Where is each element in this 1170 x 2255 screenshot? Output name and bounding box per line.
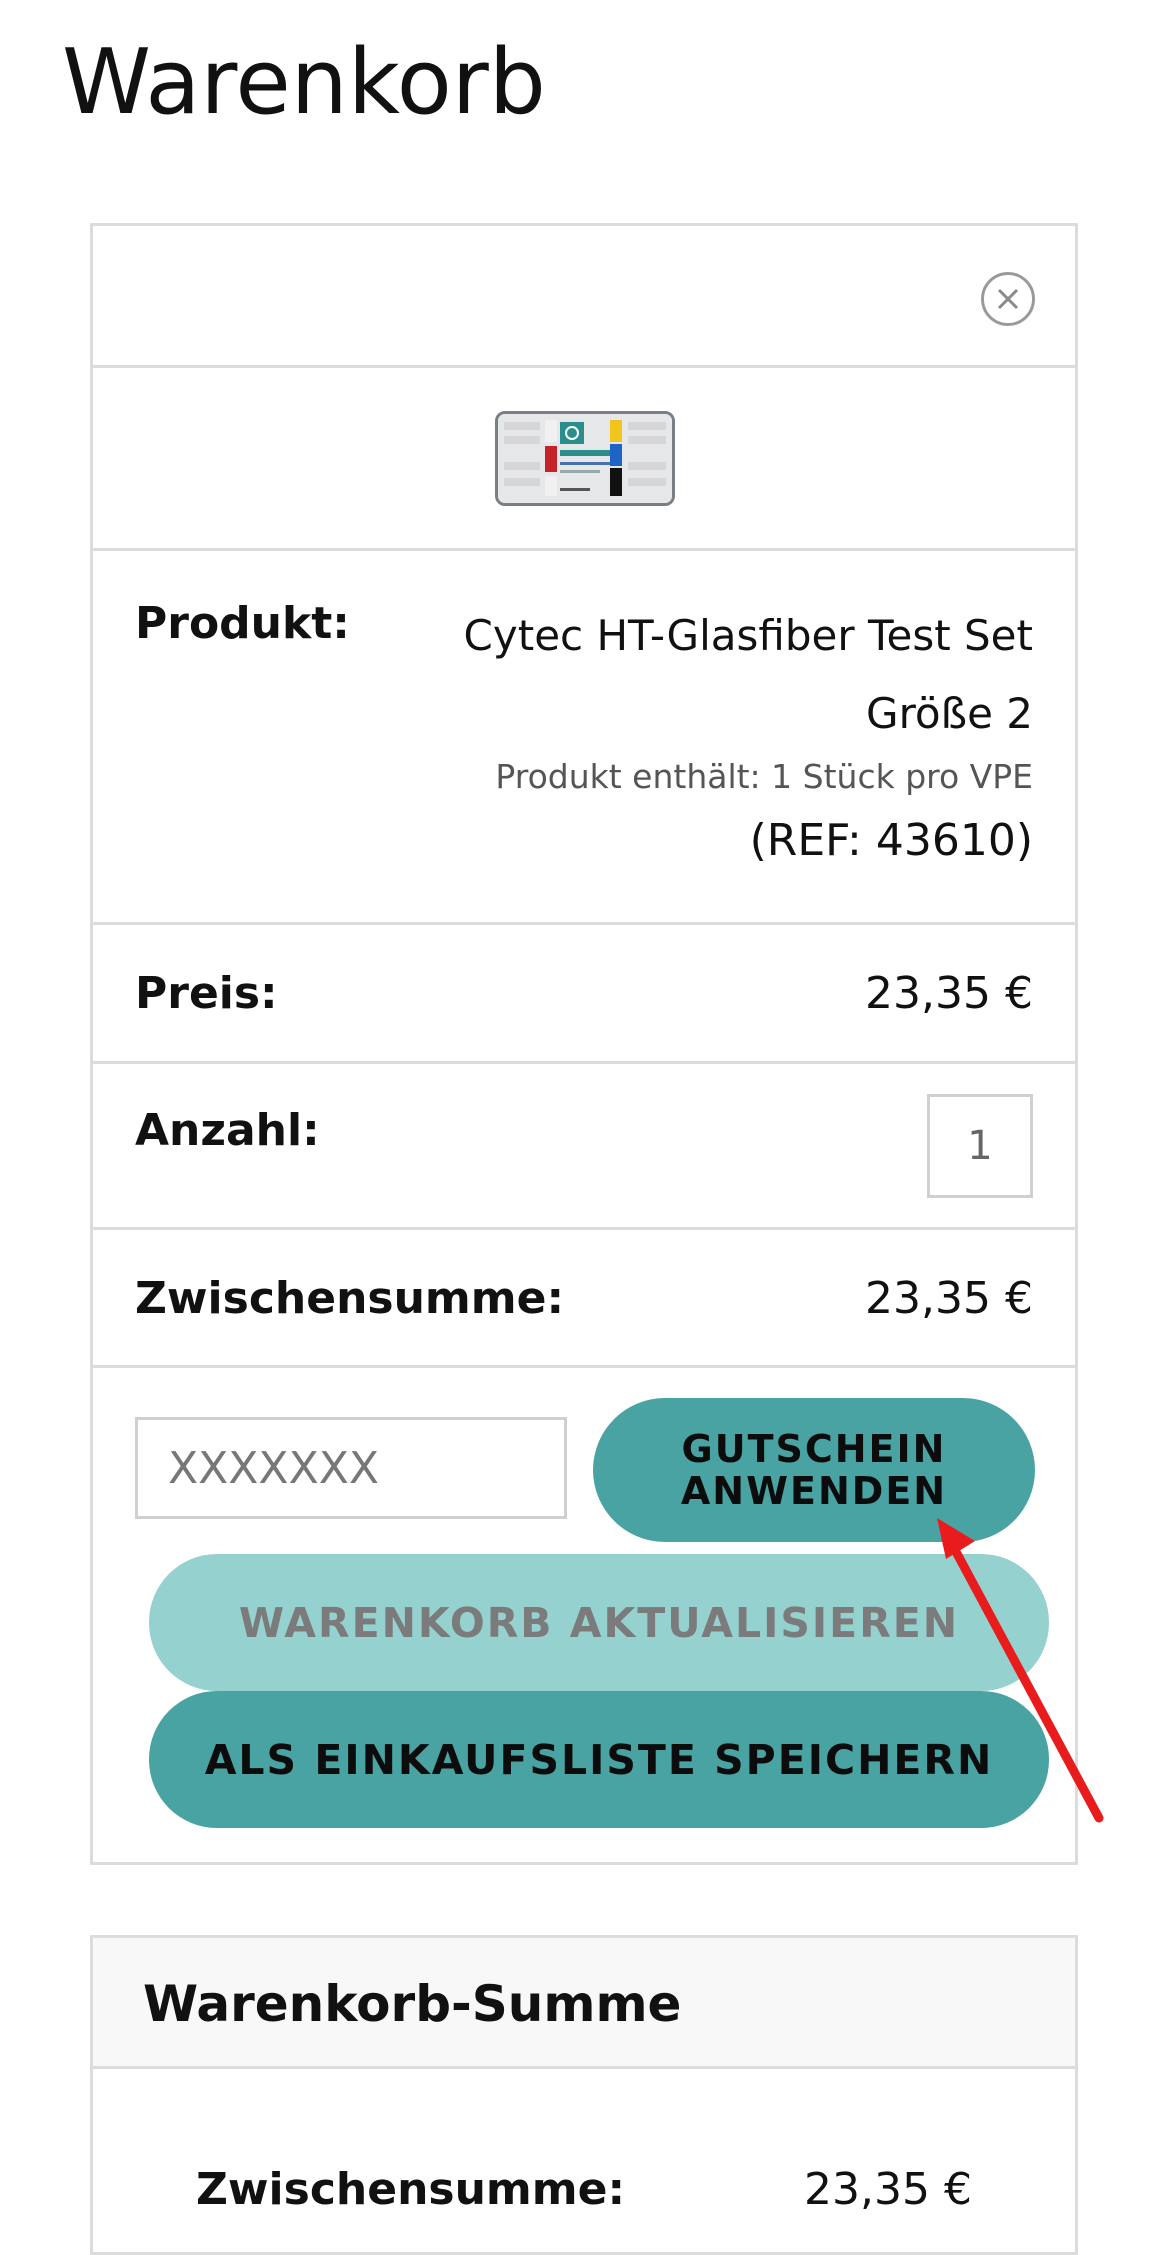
cart-row-actions: GUTSCHEIN ANWENDEN WARENKORB AKTUALISIER… <box>93 1368 1075 1862</box>
product-name-link[interactable]: Cytec HT-Glasfiber Test Set Größe 2 <box>393 597 1033 753</box>
totals-subtotal-label: Zwischensumme: <box>196 2164 626 2215</box>
coupon-code-input[interactable] <box>135 1417 567 1519</box>
cart-row-thumbnail <box>93 368 1075 551</box>
remove-item-button[interactable] <box>981 272 1035 326</box>
apply-coupon-button[interactable]: GUTSCHEIN ANWENDEN <box>593 1398 1035 1542</box>
cart-totals-header: Warenkorb-Summe <box>93 1938 1075 2069</box>
page-title: Warenkorb <box>62 30 546 135</box>
price-label: Preis: <box>135 968 278 1019</box>
quantity-input[interactable] <box>927 1094 1033 1198</box>
price-value: 23,35 € <box>865 968 1033 1019</box>
cart-totals-title: Warenkorb-Summe <box>143 1975 682 2033</box>
quantity-label: Anzahl: <box>135 1105 320 1156</box>
product-ref: (REF: 43610) <box>749 815 1033 866</box>
product-thumbnail[interactable] <box>495 411 675 506</box>
update-cart-button[interactable]: WARENKORB AKTUALISIEREN <box>149 1554 1049 1691</box>
product-label: Produkt: <box>135 598 350 649</box>
product-image <box>498 414 672 503</box>
cart-row-remove <box>93 226 1075 368</box>
save-shopping-list-button[interactable]: ALS EINKAUFSLISTE SPEICHERN <box>149 1691 1049 1828</box>
close-circle-icon <box>997 288 1019 310</box>
product-pack-info: Produkt enthält: 1 Stück pro VPE <box>495 757 1033 796</box>
cart-table: Produkt: Cytec HT-Glasfiber Test Set Grö… <box>90 223 1078 1865</box>
totals-subtotal-value: 23,35 € <box>804 2164 972 2215</box>
cart-row-product: Produkt: Cytec HT-Glasfiber Test Set Grö… <box>93 551 1075 925</box>
cart-row-price: Preis: 23,35 € <box>93 925 1075 1064</box>
cart-totals: Warenkorb-Summe Zwischensumme: 23,35 € <box>90 1935 1078 2255</box>
subtotal-label: Zwischensumme: <box>135 1273 565 1324</box>
subtotal-value: 23,35 € <box>865 1273 1033 1324</box>
cart-row-quantity: Anzahl: <box>93 1064 1075 1230</box>
cart-row-subtotal: Zwischensumme: 23,35 € <box>93 1230 1075 1368</box>
